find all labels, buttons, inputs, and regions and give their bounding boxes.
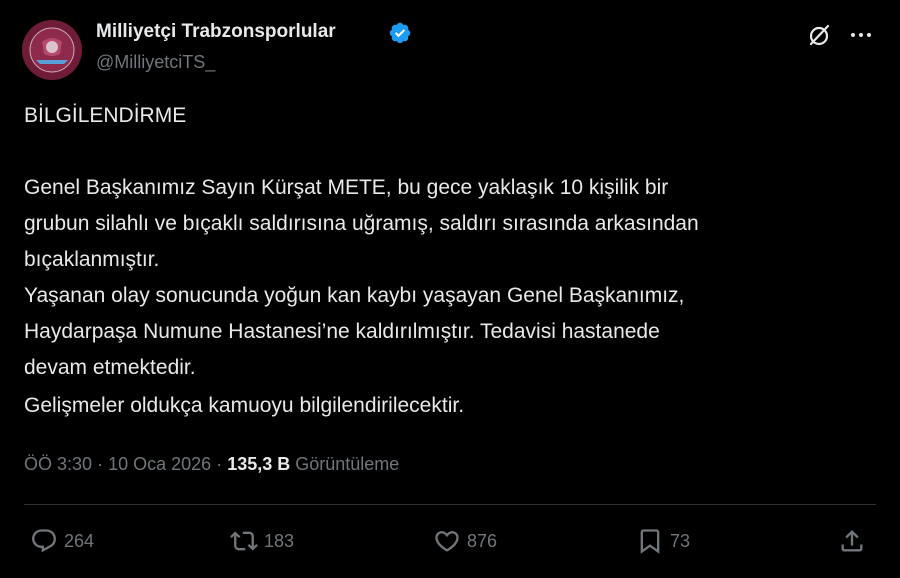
share-button[interactable] <box>838 526 866 556</box>
handle[interactable]: @MilliyetciTS_ <box>96 52 215 73</box>
tweet-text-line: Haydarpaşa Numune Hastanesi’ne kaldırılm… <box>24 320 660 343</box>
tweet-text-line: Gelişmeler oldukça kamuoyu bilgilendiril… <box>24 394 465 417</box>
like-button[interactable]: 876 <box>433 526 497 556</box>
heart-icon <box>435 531 459 552</box>
tweet-text-line: grubun silahlı ve bıçaklı saldırısına uğ… <box>24 212 699 235</box>
bookmark-icon <box>640 529 660 554</box>
like-count: 876 <box>467 530 498 551</box>
meta-separator: · <box>216 454 223 474</box>
avatar[interactable] <box>22 20 82 80</box>
tweet: Milliyetçi Trabzonsporlular @MilliyetciT… <box>0 0 900 578</box>
repost-button[interactable]: 183 <box>230 526 294 556</box>
grok-icon[interactable] <box>806 22 832 48</box>
verified-badge-icon <box>389 22 411 44</box>
reply-count: 264 <box>64 530 95 551</box>
tweet-heading: BİLGİLENDİRME <box>24 104 187 127</box>
tweet-time[interactable]: ÖÖ 3:30 <box>24 454 92 474</box>
repost-count: 183 <box>264 530 295 551</box>
views-count[interactable]: 135,3 B <box>227 454 290 474</box>
tweet-text-line: devam etmektedir. <box>24 356 196 379</box>
views-label: Görüntüleme <box>295 454 400 474</box>
meta-separator: · <box>97 454 104 474</box>
display-name[interactable]: Milliyetçi Trabzonsporlular <box>96 21 336 43</box>
tweet-text-line: Yaşanan olay sonucunda yoğun kan kaybı y… <box>24 284 685 307</box>
more-icon[interactable] <box>848 22 874 48</box>
reply-button[interactable]: 264 <box>30 526 94 556</box>
divider <box>24 504 876 505</box>
repost-icon <box>230 531 258 551</box>
tweet-meta: ÖÖ 3:30 · 10 Oca 2026 · 135,3 B Görüntül… <box>24 454 399 475</box>
tweet-date[interactable]: 10 Oca 2026 <box>108 454 211 474</box>
share-icon <box>841 530 863 552</box>
tweet-text-line: bıçaklanmıştır. <box>24 248 160 271</box>
bookmark-button[interactable]: 73 <box>636 526 690 556</box>
tweet-text-line: Genel Başkanımız Sayın Kürşat METE, bu g… <box>24 176 669 199</box>
reply-icon <box>32 529 56 553</box>
avatar-image <box>22 20 82 80</box>
bookmark-count: 73 <box>670 530 691 551</box>
